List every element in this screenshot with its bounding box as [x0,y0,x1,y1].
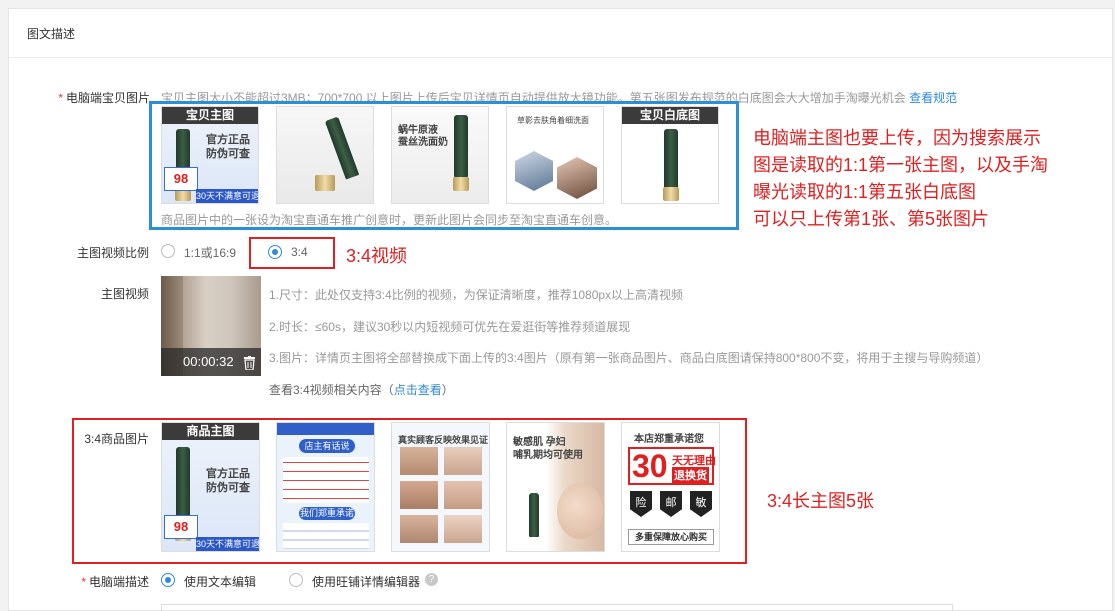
video-rule-3: 3.图片：详情页主图将全部替换成下面上传的3:4图片（原有第一张商品图片、商品白… [269,351,989,365]
annotation-pc-1: 电脑端主图也要上传，因为搜索展示 [753,128,1041,148]
ratio-option-1-radio[interactable] [161,244,175,258]
description-editor[interactable] [161,604,953,611]
thumb-line2: 防伪可查 [206,482,250,494]
thumb-price: 98 [164,515,198,539]
video-duration: 00:00:32 [183,354,234,369]
video-rule-2: 2.时长：≤60s，建议30秒以内短视频可优先在爱逛街等推荐频道展现 [269,320,631,334]
after-photo [444,481,482,509]
image-34-1[interactable]: 商品主图 官方正品 防伪可查 98 30天不满意可退 [161,422,260,552]
text-editor-label[interactable]: 使用文本编辑 [184,573,256,590]
thumb-line1: 草影去肤角着细洗面 [517,116,589,125]
help-icon[interactable]: ? [425,573,438,586]
product-tube [454,115,468,177]
ratio-option-1-label[interactable]: 1:1或16:9 [184,244,236,261]
after-photo [444,447,482,475]
image-34-4[interactable]: 敏感肌 孕妇 哺乳期均可使用 [506,422,605,552]
video-label: 主图视频 [100,287,149,301]
pc-image-2[interactable] [276,106,374,204]
annotation-pc-2: 图是读取的1:1第一张主图，以及手淘 [753,155,1049,175]
required-mark: * [58,91,63,105]
view-spec-link[interactable]: 查看规范 [909,91,957,105]
annotation-pc-4: 可以只上传第1张、第5张图片 [753,209,990,229]
product-cap [663,187,679,201]
thumb-price: 98 [164,167,198,191]
return-days: 30 [632,448,668,484]
thumb-line2: 蚕丝洗面奶 [398,137,448,148]
wangpu-editor-radio[interactable] [289,573,303,587]
text-editor-radio[interactable] [161,573,175,587]
annotation-pc-3: 曝光读取的1:1第五张白底图 [753,182,977,202]
product-cap [453,177,469,191]
main-video-thumbnail[interactable]: 00:00:32 [161,276,261,376]
divider [9,57,1112,58]
annotation-34: 3:4长主图5张 [767,491,875,511]
required-mark: * [81,575,86,589]
pc-desc-label: * 电脑端描述 [81,575,149,589]
thumb-ribbon: 30天不满意可退 [196,189,259,203]
thumb-caption: 宝贝白底图 [622,107,718,124]
pc-image-5-white[interactable]: 宝贝白底图 [621,106,719,204]
pc-images-label: * 电脑端宝贝图片 [58,91,150,105]
after-photo [444,515,482,543]
promise-list [283,523,369,549]
annotation-ratio: 3:4视频 [346,246,408,266]
thumb-ribbon: 30天不满意可退 [196,537,260,551]
text-block [283,457,369,503]
store-owner-header: 店主有话说 [299,439,355,453]
product-tube [664,129,678,191]
thumb-caption: 商品主图 [162,423,259,440]
promise-header: 本店郑重承诺您 [634,434,704,445]
product-tube [529,493,539,537]
before-photo [400,515,438,543]
shipping-badge: 邮 [660,491,682,517]
image-34-2[interactable]: 店主有话说 我们郑重承诺 [276,422,375,552]
delete-icon[interactable] [244,356,255,370]
pc-images-note: 商品图片中的一张设为淘宝直通车推广创意时，更新此图片会同步至淘宝直通车创意。 [161,213,618,227]
thumb-caption: 宝贝主图 [162,107,258,124]
video-more: 查看3:4视频相关内容（点击查看） [269,383,454,397]
sensitive-badge: 敏 [690,491,712,517]
image-34-3[interactable]: 真实顾客反映效果见证 [391,422,490,552]
promise-header: 我们郑重承诺 [299,507,355,520]
pregnant-belly [557,483,603,539]
product-tube [324,116,360,180]
images-34-label: 3:4商品图片 [84,432,149,446]
return-line1: 天无理由 [672,455,716,467]
wangpu-editor-label[interactable]: 使用旺铺详情编辑器 [312,573,420,590]
ratio-option-2-radio[interactable] [268,245,282,259]
ratio-option-2-label[interactable]: 3:4 [291,245,308,259]
pc-image-1[interactable]: 宝贝主图 官方正品 防伪可查 98 30天不满意可退 [161,106,259,204]
view-more-link[interactable]: 点击查看 [394,383,442,397]
panel-title: 图文描述 [27,27,76,41]
before-photo [400,481,438,509]
pc-image-4[interactable]: 草影去肤角着细洗面 [506,106,604,204]
video-rule-1: 1.尺寸：此处仅支持3:4比例的视频，为保证清晰度，推荐1080px以上高清视频 [269,288,684,302]
pc-image-3[interactable]: 蜗牛原液 蚕丝洗面奶 [391,106,489,204]
thumb-line2: 哺乳期均可使用 [513,450,583,461]
thumb-line2: 防伪可查 [206,148,250,160]
return-line2: 退换货 [672,467,709,483]
insurance-badge: 险 [630,491,652,517]
shark-image [515,151,553,191]
model-image [557,157,597,199]
image-34-5[interactable]: 本店郑重承诺您 30 天无理由 退换货 险 邮 敏 多重保障放心购买 [621,422,720,552]
before-photo [400,447,438,475]
ratio-label: 主图视频比例 [76,246,149,260]
product-cap [315,175,335,191]
guarantee-footer: 多重保障放心购买 [628,529,714,545]
testimonial-header: 真实顾客反映效果见证 [398,435,489,445]
header-bar [277,423,374,435]
